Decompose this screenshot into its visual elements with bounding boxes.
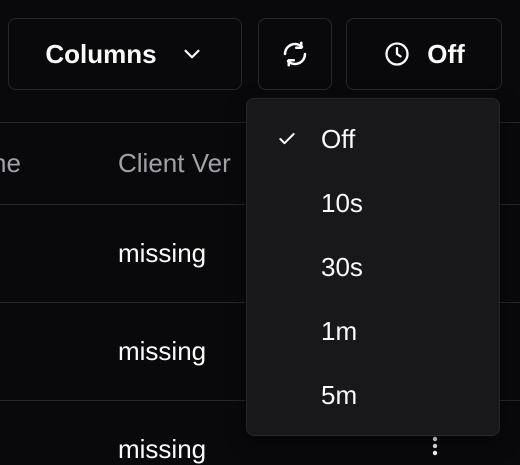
clock-icon (383, 40, 411, 68)
columns-button-label: Columns (45, 38, 157, 69)
column-header-client-version[interactable]: Client Ver (118, 148, 231, 179)
menu-item-5m[interactable]: 5m (247, 363, 499, 427)
chevron-down-icon (179, 41, 205, 67)
menu-item-10s[interactable]: 10s (247, 171, 499, 235)
check-icon (277, 129, 297, 149)
menu-item-1m[interactable]: 1m (247, 299, 499, 363)
columns-button[interactable]: Columns (8, 18, 242, 90)
client-version-cell: missing (118, 336, 207, 366)
menu-item-label: Off (321, 123, 356, 154)
menu-item-off[interactable]: Off (247, 107, 499, 171)
menu-item-label: 10s (321, 187, 363, 218)
auto-refresh-label: Off (427, 38, 465, 69)
client-version-cell: missing (118, 238, 207, 268)
menu-item-label: 30s (321, 251, 363, 282)
menu-item-label: 1m (321, 315, 358, 346)
auto-refresh-button[interactable]: Off (346, 18, 502, 90)
menu-item-30s[interactable]: 30s (247, 235, 499, 299)
more-vertical-icon[interactable] (430, 436, 440, 456)
refresh-button[interactable] (258, 18, 332, 90)
refresh-interval-menu: Off 10s 30s 1m 5m (246, 98, 500, 436)
refresh-icon (280, 39, 310, 69)
column-header-name[interactable]: ne (0, 148, 21, 179)
menu-item-label: 5m (321, 379, 358, 410)
